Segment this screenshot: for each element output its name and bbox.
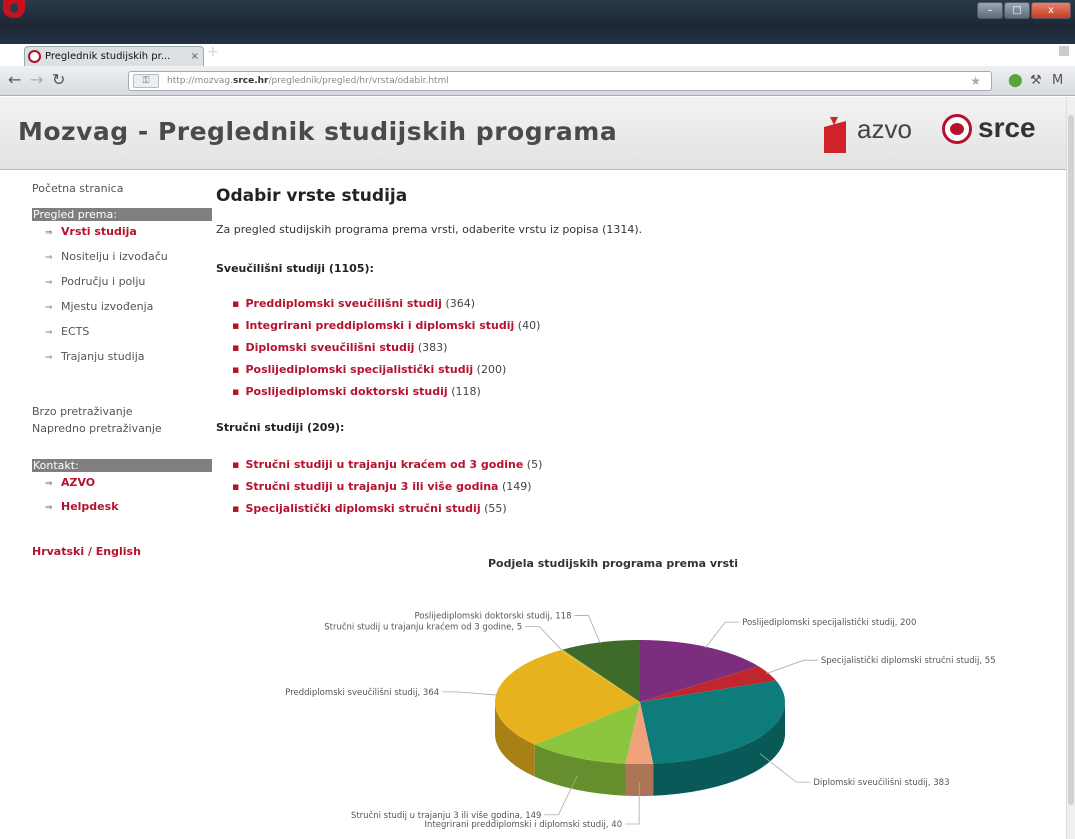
- pie-data-label: Preddiplomski sveučilišni studij, 364: [285, 687, 439, 698]
- tab-close-icon[interactable]: ×: [191, 47, 199, 66]
- sidebar-item-azvo[interactable]: ⇒ AZVO: [45, 476, 95, 489]
- quick-search-link[interactable]: Brzo pretraživanje: [32, 405, 133, 418]
- sidebar-contact-head: Kontakt:: [32, 459, 212, 472]
- pie-data-label: Specijalistički diplomski stručni studij…: [821, 655, 996, 666]
- study-type-link[interactable]: Integrirani preddiplomski i diplomski st…: [245, 319, 514, 332]
- site-info-icon[interactable]: ⚿: [133, 74, 159, 88]
- university-studies-heading: Sveučilišni studiji (1105):: [216, 262, 374, 275]
- address-prefix: http://mozvag.: [167, 76, 233, 86]
- study-type-link[interactable]: Preddiplomski sveučilišni studij: [245, 297, 441, 310]
- close-window-button[interactable]: x: [1031, 2, 1071, 19]
- minimize-button[interactable]: –: [977, 2, 1003, 19]
- menu-icon[interactable]: M: [1052, 74, 1063, 87]
- list-item: ▪ Poslijediplomski specijalistički studij…: [232, 363, 507, 376]
- sidebar-home-link[interactable]: Početna stranica: [32, 182, 123, 195]
- page-title: Mozvag - Preglednik studijskih programa: [18, 117, 618, 146]
- intro-text: Za pregled studijskih programa prema vrs…: [216, 223, 643, 236]
- professional-studies-heading: Stručni studiji (209):: [216, 421, 345, 434]
- list-item: ▪ Integrirani preddiplomski i diplomski s…: [232, 319, 541, 332]
- srce-logo-icon[interactable]: [942, 114, 972, 144]
- address-path: /preglednik/pregled/hr/vrsta/odabir.html: [268, 76, 449, 86]
- tab-title: Preglednik studijskih pr...: [45, 51, 171, 62]
- opera-logo-icon[interactable]: [3, 0, 25, 18]
- arrow-icon: ⇒: [45, 479, 53, 489]
- sidebar-item-helpdesk[interactable]: ⇒ Helpdesk: [45, 500, 119, 513]
- pie-data-label: Poslijediplomski doktorski studij, 118: [414, 612, 571, 622]
- pie-chart: Poslijediplomski specijalistički studij,…: [285, 612, 996, 830]
- maximize-button[interactable]: □: [1004, 2, 1030, 19]
- sidebar-item-trajanju[interactable]: ⇒ Trajanju studija: [45, 350, 145, 363]
- tools-icon[interactable]: ⚒: [1030, 74, 1042, 87]
- azvo-logo-text[interactable]: azvo: [857, 114, 912, 145]
- list-item: ▪ Preddiplomski sveučilišni studij (364): [232, 297, 476, 310]
- arrow-icon: ⇒: [45, 328, 53, 338]
- scrollbar-thumb[interactable]: [1068, 115, 1074, 805]
- address-bar[interactable]: ⚿ http://mozvag.srce.hr/preglednik/pregl…: [128, 71, 992, 91]
- site-header: Mozvag - Preglednik studijskih programa …: [0, 97, 1066, 170]
- new-tab-button[interactable]: +: [207, 44, 219, 60]
- window-titlebar: – □ x: [0, 0, 1075, 44]
- sidebar-browse-head: Pregled prema:: [32, 208, 212, 221]
- sidebar-item-mjestu[interactable]: ⇒ Mjestu izvođenja: [45, 300, 153, 313]
- forward-icon[interactable]: →: [30, 72, 43, 88]
- srce-favicon-icon: [28, 50, 41, 63]
- study-type-link[interactable]: Diplomski sveučilišni studij: [245, 341, 414, 354]
- web-page: Mozvag - Preglednik studijskih programa …: [0, 97, 1066, 839]
- pie-data-label: Diplomski sveučilišni studij, 383: [813, 777, 949, 788]
- pie-data-label: Stručni studij u trajanju kraćem od 3 go…: [324, 622, 522, 633]
- pie-data-label: Stručni studij u trajanju 3 ili više god…: [351, 810, 541, 821]
- study-type-link[interactable]: Specijalistički diplomski stručni studij: [245, 502, 480, 515]
- arrow-icon: ⇒: [45, 228, 53, 238]
- pie-leader-line: [705, 621, 740, 649]
- tab-menu-icon[interactable]: [1059, 46, 1069, 56]
- scrollbar[interactable]: [1066, 97, 1075, 839]
- study-type-link[interactable]: Poslijediplomski specijalistički studij: [245, 363, 473, 376]
- pie-leader-line: [525, 626, 563, 652]
- sidebar-item-vrsti-studija[interactable]: ⇒ Vrsti studija: [45, 225, 137, 238]
- bookmark-star-icon[interactable]: ★: [970, 72, 981, 90]
- advanced-search-link[interactable]: Napredno pretraživanje: [32, 422, 162, 435]
- sidebar-item-nositelju[interactable]: ⇒ Nositelju i izvođaču: [45, 250, 168, 263]
- arrow-icon: ⇒: [45, 303, 53, 313]
- pie-leader-line: [442, 691, 499, 696]
- arrow-icon: ⇒: [45, 353, 53, 363]
- list-item: ▪ Stručni studiji u trajanju kraćem od 3 …: [232, 458, 543, 471]
- pie-leader-line: [765, 659, 818, 675]
- browser-tab[interactable]: Preglednik studijskih pr... ×: [24, 46, 204, 66]
- content-heading: Odabir vrste studija: [216, 186, 408, 206]
- back-icon[interactable]: ←: [8, 72, 21, 88]
- shield-icon[interactable]: ⬤: [1008, 74, 1023, 87]
- sidebar-item-ects[interactable]: ⇒ ECTS: [45, 325, 89, 338]
- reload-icon[interactable]: ↻: [52, 72, 65, 88]
- arrow-icon: ⇒: [45, 278, 53, 288]
- arrow-icon: ⇒: [45, 253, 53, 263]
- pie-data-label: Integrirani preddiplomski i diplomski st…: [425, 820, 623, 830]
- study-type-link[interactable]: Stručni studiji u trajanju 3 ili više go…: [245, 480, 498, 493]
- study-type-link[interactable]: Poslijediplomski doktorski studij: [245, 385, 447, 398]
- list-item: ▪ Specijalistički diplomski stručni studi…: [232, 502, 507, 515]
- arrow-icon: ⇒: [45, 503, 53, 513]
- chart-title: Podjela studijskih programa prema vrsti: [488, 557, 739, 570]
- list-item: ▪ Diplomski sveučilišni studij (383): [232, 341, 448, 354]
- pie-leader-line: [574, 615, 601, 644]
- window-controls: – □ x: [977, 2, 1071, 19]
- list-item: ▪ Stručni studiji u trajanju 3 ili više g…: [232, 480, 532, 493]
- pie-data-label: Poslijediplomski specijalistički studij,…: [742, 617, 916, 628]
- sidebar-item-podrucju[interactable]: ⇒ Području i polju: [45, 275, 145, 288]
- srce-logo-text[interactable]: srce: [978, 112, 1036, 144]
- study-type-link[interactable]: Stručni studiji u trajanju kraćem od 3 g…: [245, 458, 523, 471]
- azvo-logo-icon[interactable]: [820, 117, 850, 153]
- language-switch-link[interactable]: Hrvatski / English: [32, 545, 141, 558]
- address-domain: srce.hr: [232, 76, 269, 86]
- list-item: ▪ Poslijediplomski doktorski studij (118): [232, 385, 481, 398]
- browser-toolbar: ← → ↻ ⚿ http://mozvag.srce.hr/preglednik…: [0, 66, 1075, 96]
